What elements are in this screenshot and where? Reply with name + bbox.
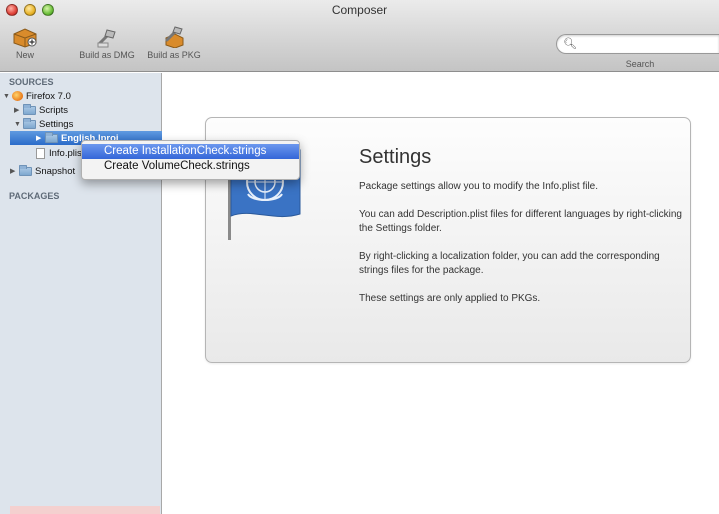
sidebar-item-label: Firefox 7.0 xyxy=(26,90,71,102)
sidebar-item-label: Settings xyxy=(39,118,74,130)
menu-item-create-installationcheck-strings[interactable]: Create InstallationCheck.strings xyxy=(82,144,299,159)
sidebar-item-label: Snapshot xyxy=(35,165,76,177)
sidebar-item-snapshot[interactable]: ▶ Snapshot xyxy=(10,164,75,178)
packages-header: PACKAGES xyxy=(9,191,60,201)
hammer-icon xyxy=(97,29,116,48)
disclosure-expanded-icon[interactable]: ▼ xyxy=(14,121,23,128)
search-label: Search xyxy=(625,59,655,69)
build-as-dmg-label: Build as DMG xyxy=(79,50,135,60)
folder-icon xyxy=(23,117,36,129)
disclosure-collapsed-icon[interactable]: ▶ xyxy=(10,167,19,175)
disclosure-expanded-icon[interactable]: ▼ xyxy=(3,93,12,100)
disclosure-collapsed-icon[interactable]: ▶ xyxy=(14,106,23,114)
sources-header: SOURCES xyxy=(9,77,54,87)
folder-icon xyxy=(19,164,32,176)
panel-title: Settings xyxy=(359,146,432,168)
build-as-dmg-button[interactable]: Build as DMG xyxy=(76,26,138,60)
document-icon xyxy=(36,147,45,159)
sidebar-bottom-strip xyxy=(10,506,160,514)
panel-paragraph: Package settings allow you to modify the… xyxy=(359,181,599,192)
composer-window: Composer New Build as DMG Build as PKG 🔍… xyxy=(0,0,719,514)
build-as-pkg-label: Build as PKG xyxy=(147,50,201,60)
search-icon: 🔍︎ xyxy=(563,38,577,50)
new-label: New xyxy=(15,50,34,60)
toolbar: Composer New Build as DMG Build as PKG 🔍… xyxy=(0,0,719,72)
sidebar-item-label: Info.plist xyxy=(49,147,85,159)
new-package-icon xyxy=(13,28,37,48)
sidebar-item-label: Scripts xyxy=(39,104,69,116)
new-button[interactable]: New xyxy=(8,26,42,60)
panel-paragraph: You can add Description.plist files for … xyxy=(359,209,682,234)
sidebar-item-firefox[interactable]: ▼ Firefox 7.0 xyxy=(3,89,71,103)
search-input[interactable] xyxy=(577,37,712,51)
sidebar-item-settings[interactable]: ▼ Settings xyxy=(14,117,73,131)
menu-item-create-volumecheck-strings[interactable]: Create VolumeCheck.strings xyxy=(82,159,299,174)
context-menu: Create InstallationCheck.strings Create … xyxy=(81,140,300,180)
folder-icon xyxy=(23,103,36,115)
disclosure-collapsed-icon[interactable]: ▶ xyxy=(36,134,45,142)
sidebar-item-scripts[interactable]: ▶ Scripts xyxy=(14,103,68,117)
folder-icon xyxy=(45,131,58,143)
sidebar-item-info-plist[interactable]: Info.plist xyxy=(36,146,84,160)
hammer-package-icon xyxy=(165,26,184,48)
search-field[interactable]: 🔍︎ xyxy=(556,34,719,54)
window-title: Composer xyxy=(331,3,388,17)
firefox-icon xyxy=(12,91,23,101)
panel-paragraph: By right-clicking a localization folder,… xyxy=(359,251,660,276)
panel-paragraph: These settings are only applied to PKGs. xyxy=(359,293,541,304)
build-as-pkg-button[interactable]: Build as PKG xyxy=(144,26,204,60)
